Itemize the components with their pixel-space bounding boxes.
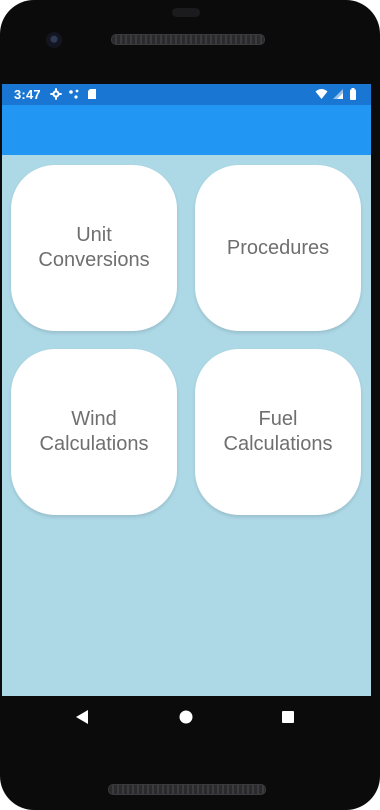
phone-frame: 3:47 Unit Conversions Procedures Wind Ca… (0, 0, 380, 810)
status-time: 3:47 (14, 87, 41, 102)
status-icons-right (315, 88, 361, 100)
status-bar: 3:47 (2, 84, 371, 105)
app-screen: 3:47 Unit Conversions Procedures Wind Ca… (2, 84, 371, 696)
settings-gear-icon (50, 88, 62, 100)
back-triangle-icon[interactable] (75, 709, 89, 729)
sd-card-icon (86, 88, 98, 100)
tile-label: Wind Calculations (39, 408, 149, 455)
wind-calculations-button[interactable]: Wind Calculations (11, 349, 177, 515)
sync-dots-icon (68, 88, 80, 100)
app-bar (2, 105, 371, 155)
top-speaker-slot (172, 8, 200, 17)
unit-conversions-button[interactable]: Unit Conversions (11, 165, 177, 331)
status-icons-left (50, 88, 98, 100)
battery-icon (349, 88, 361, 100)
tile-label: Fuel Calculations (223, 408, 333, 455)
cell-signal-icon (332, 88, 344, 100)
procedures-button[interactable]: Procedures (195, 165, 361, 331)
navigation-bar (0, 696, 380, 740)
fuel-calculations-button[interactable]: Fuel Calculations (195, 349, 361, 515)
front-camera (46, 32, 62, 48)
tile-label: Procedures (226, 236, 330, 259)
recents-square-icon[interactable] (281, 709, 295, 728)
earpiece-grille (111, 34, 265, 45)
bottom-speaker-grille (108, 784, 266, 795)
home-circle-icon[interactable] (178, 709, 194, 729)
tile-label: Unit Conversions (38, 224, 150, 271)
wifi-icon (315, 88, 328, 100)
